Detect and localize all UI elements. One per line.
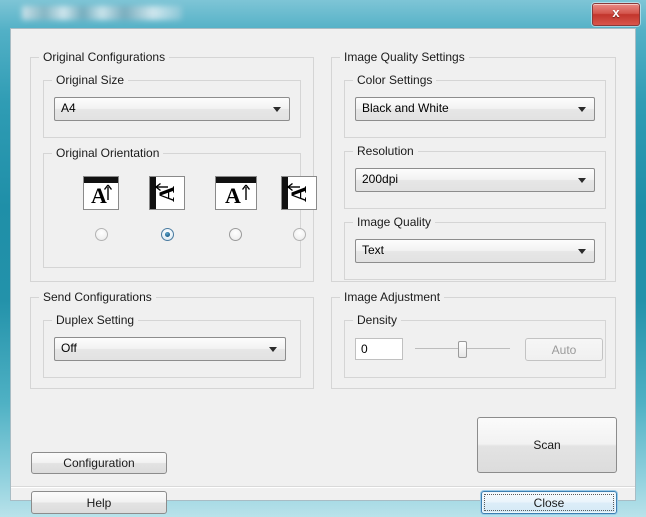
resolution-combobox[interactable]: 200dpi <box>355 168 595 192</box>
density-auto-button[interactable]: Auto <box>525 338 603 361</box>
orientation-landscape-left-icon[interactable]: A <box>149 176 185 210</box>
original-size-combobox[interactable]: A4 <box>54 97 290 121</box>
close-button[interactable]: Close <box>481 491 617 514</box>
group-image-quality-settings: Image Quality Settings Color Settings Bl… <box>331 50 616 282</box>
image-quality-combobox[interactable]: Text <box>355 239 595 263</box>
scan-button[interactable]: Scan <box>477 417 617 473</box>
orientation-radio-2[interactable] <box>161 228 174 241</box>
window-close-button[interactable]: x <box>592 3 640 26</box>
configuration-button-label: Configuration <box>63 456 135 470</box>
group-original-configurations: Original Configurations Original Size A4… <box>30 50 317 282</box>
density-auto-label: Auto <box>551 342 577 357</box>
arrow-up-icon <box>241 184 251 200</box>
color-settings-value: Black and White <box>362 101 449 115</box>
orientation-portrait-top-icon[interactable]: A <box>83 176 119 210</box>
density-value-text: 0 <box>361 342 368 356</box>
density-slider[interactable] <box>415 338 510 360</box>
close-icon: x <box>612 5 620 20</box>
group-resolution: Resolution 200dpi <box>344 144 606 209</box>
chevron-down-icon <box>273 107 281 112</box>
orientation-portrait-top-wide-icon[interactable]: A <box>215 176 257 210</box>
resolution-value: 200dpi <box>362 172 399 186</box>
chevron-down-icon <box>269 347 277 352</box>
group-original-configurations-label: Original Configurations <box>39 50 170 64</box>
group-image-quality-settings-label: Image Quality Settings <box>340 50 469 64</box>
title-bar[interactable]: x <box>0 0 646 28</box>
group-image-quality: Image Quality Text <box>344 215 606 280</box>
image-quality-value: Text <box>362 243 385 257</box>
configuration-button[interactable]: Configuration <box>31 452 167 474</box>
help-button[interactable]: Help <box>31 491 167 514</box>
dialog-client-area: Original Configurations Original Size A4… <box>10 28 636 514</box>
group-original-orientation-label: Original Orientation <box>52 146 164 160</box>
chevron-down-icon <box>578 107 586 112</box>
scan-button-label: Scan <box>533 438 561 452</box>
group-duplex-setting-label: Duplex Setting <box>52 313 139 327</box>
orientation-letter: A <box>225 183 241 208</box>
group-send-configurations: Send Configurations Duplex Setting Off <box>30 290 314 389</box>
orientation-radio-4[interactable] <box>293 228 306 241</box>
color-settings-combobox[interactable]: Black and White <box>355 97 595 121</box>
scanner-settings-window: x Original Configurations Original Size … <box>0 0 646 517</box>
window-title <box>22 6 182 20</box>
orientation-landscape-left-wide-icon[interactable]: A <box>281 176 317 210</box>
group-color-settings-label: Color Settings <box>353 73 437 87</box>
group-duplex-setting: Duplex Setting Off <box>43 313 301 378</box>
group-image-quality-label: Image Quality <box>353 215 436 229</box>
duplex-setting-combobox[interactable]: Off <box>54 337 286 361</box>
group-image-adjustment-label: Image Adjustment <box>340 290 445 304</box>
group-density-label: Density <box>353 313 402 327</box>
bottom-divider-highlight <box>11 487 635 488</box>
chevron-down-icon <box>578 249 586 254</box>
arrow-left-icon <box>155 182 168 192</box>
orientation-radio-1[interactable] <box>95 228 108 241</box>
group-original-size: Original Size A4 <box>43 73 301 138</box>
duplex-setting-value: Off <box>61 341 77 355</box>
group-color-settings: Color Settings Black and White <box>344 73 606 138</box>
original-size-value: A4 <box>61 101 76 115</box>
close-button-label: Close <box>533 495 565 510</box>
chevron-down-icon <box>578 178 586 183</box>
arrow-up-icon <box>103 184 113 200</box>
group-send-configurations-label: Send Configurations <box>39 290 156 304</box>
help-button-label: Help <box>86 495 112 510</box>
orientation-radio-3[interactable] <box>229 228 242 241</box>
group-density: Density 0 Auto <box>344 313 606 378</box>
density-slider-thumb[interactable] <box>457 341 467 358</box>
arrow-left-icon <box>287 182 300 192</box>
density-value-input[interactable]: 0 <box>355 338 403 360</box>
group-original-size-label: Original Size <box>52 73 129 87</box>
group-image-adjustment: Image Adjustment Density 0 Auto <box>331 290 616 389</box>
group-resolution-label: Resolution <box>353 144 418 158</box>
group-original-orientation: Original Orientation A A A A <box>43 146 317 268</box>
